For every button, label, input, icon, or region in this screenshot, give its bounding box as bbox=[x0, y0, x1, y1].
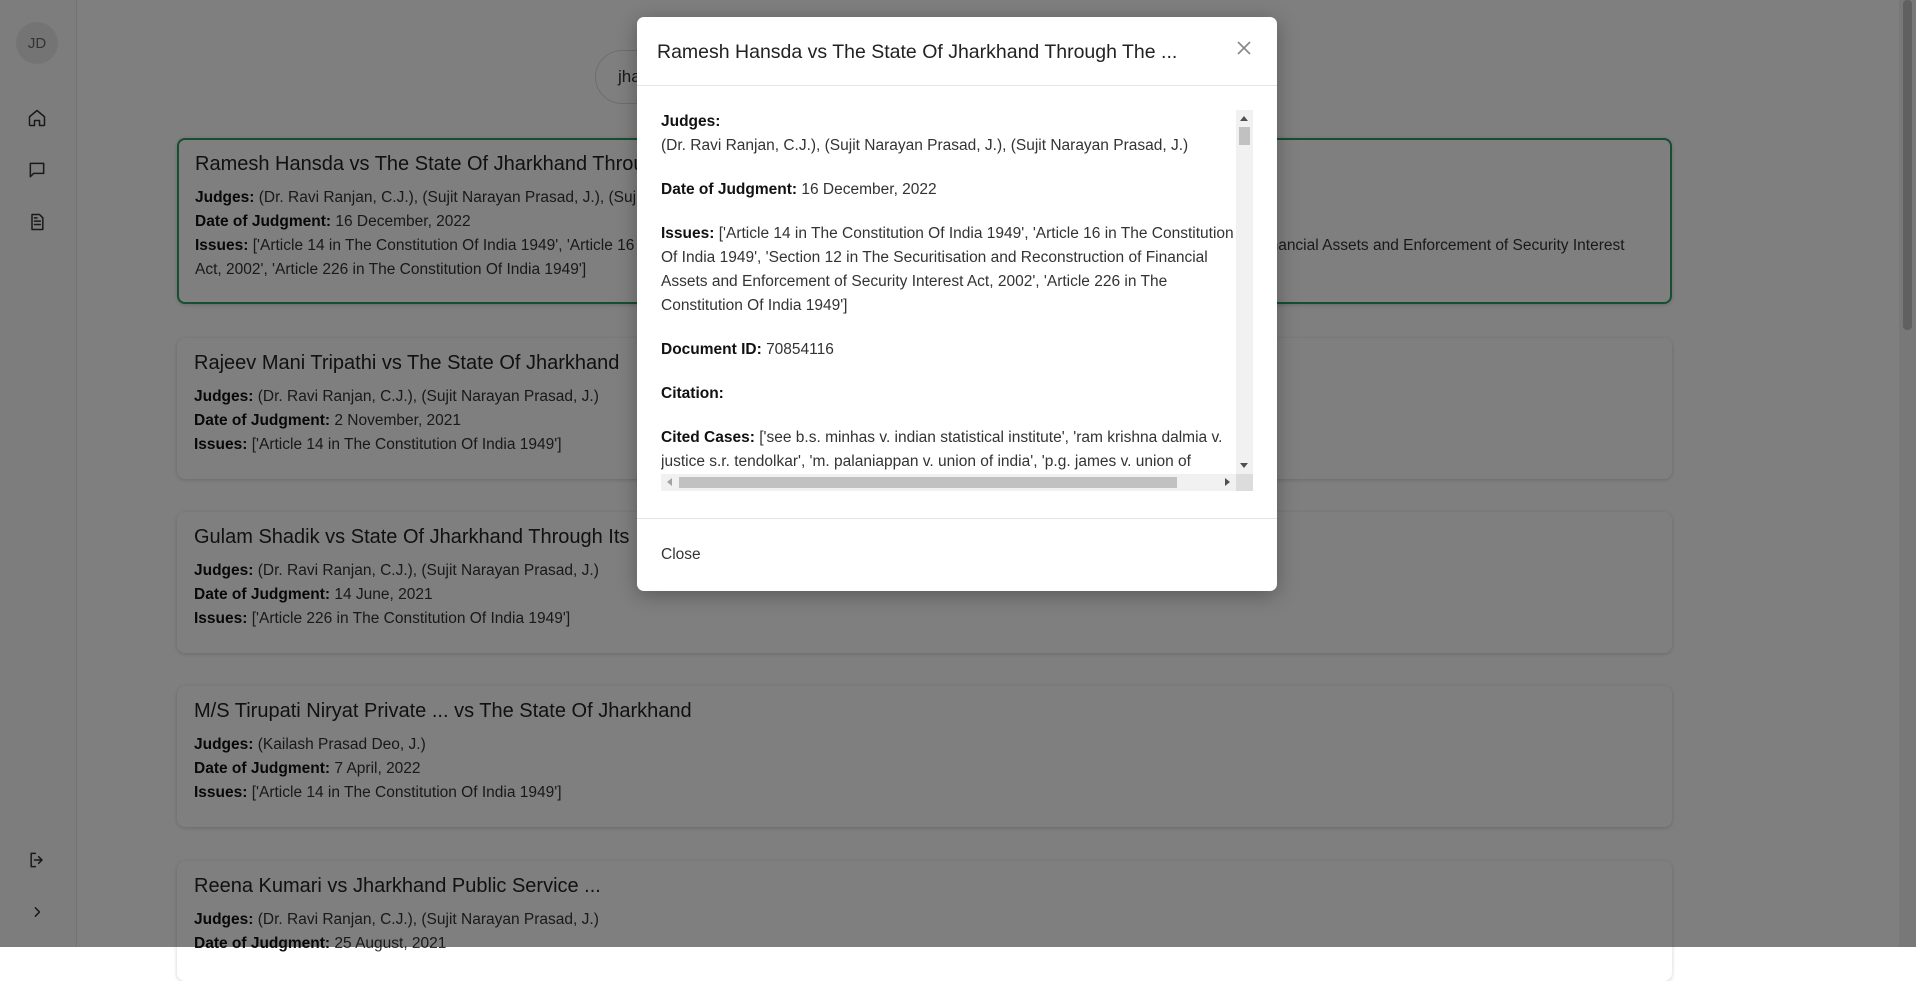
details-horizontal-scrollbar[interactable] bbox=[661, 474, 1236, 491]
citation-label: Citation: bbox=[661, 385, 724, 402]
details-horizontal-scrollbar-thumb[interactable] bbox=[679, 477, 1177, 488]
document-id-label: Document ID: bbox=[661, 341, 762, 358]
modal-footer: Close bbox=[637, 518, 1277, 591]
scroll-down-arrow-icon[interactable] bbox=[1240, 463, 1248, 468]
scroll-up-arrow-icon[interactable] bbox=[1240, 116, 1248, 121]
details-scroll-area[interactable]: Judges: (Dr. Ravi Ranjan, C.J.), (Sujit … bbox=[661, 110, 1235, 474]
judges-field: Judges: (Dr. Ravi Ranjan, C.J.), (Sujit … bbox=[661, 110, 1235, 158]
date-value: 16 December, 2022 bbox=[801, 181, 937, 198]
cited-cases-label: Cited Cases: bbox=[661, 429, 755, 446]
scroll-right-arrow-icon[interactable] bbox=[1225, 478, 1230, 486]
scroll-left-arrow-icon[interactable] bbox=[667, 478, 672, 486]
document-id-value: 70854116 bbox=[766, 341, 834, 358]
scrollbar-corner bbox=[1236, 474, 1253, 491]
citation-field: Citation: bbox=[661, 382, 1235, 406]
details-vertical-scrollbar-thumb[interactable] bbox=[1239, 127, 1250, 145]
case-details-modal: Ramesh Hansda vs The State Of Jharkhand … bbox=[637, 17, 1277, 591]
judges-value: (Dr. Ravi Ranjan, C.J.), (Sujit Narayan … bbox=[661, 137, 1189, 154]
issues-label: Issues: bbox=[661, 225, 715, 242]
judges-label: Judges: bbox=[661, 113, 721, 130]
close-button[interactable]: Close bbox=[661, 546, 701, 564]
date-field: Date of Judgment: 16 December, 2022 bbox=[661, 178, 1235, 202]
issues-field: Issues: ['Article 14 in The Constitution… bbox=[661, 222, 1235, 318]
date-label: Date of Judgment: bbox=[661, 181, 798, 198]
modal-body: Judges: (Dr. Ravi Ranjan, C.J.), (Sujit … bbox=[661, 110, 1253, 492]
issues-value: ['Article 14 in The Constitution Of Indi… bbox=[661, 225, 1234, 314]
close-icon[interactable] bbox=[1231, 35, 1257, 61]
cited-cases-field: Cited Cases: ['see b.s. minhas v. indian… bbox=[661, 426, 1235, 474]
details-vertical-scrollbar[interactable] bbox=[1236, 110, 1253, 474]
modal-header: Ramesh Hansda vs The State Of Jharkhand … bbox=[637, 17, 1277, 86]
document-id-field: Document ID: 70854116 bbox=[661, 338, 1235, 362]
modal-title: Ramesh Hansda vs The State Of Jharkhand … bbox=[657, 41, 1178, 63]
